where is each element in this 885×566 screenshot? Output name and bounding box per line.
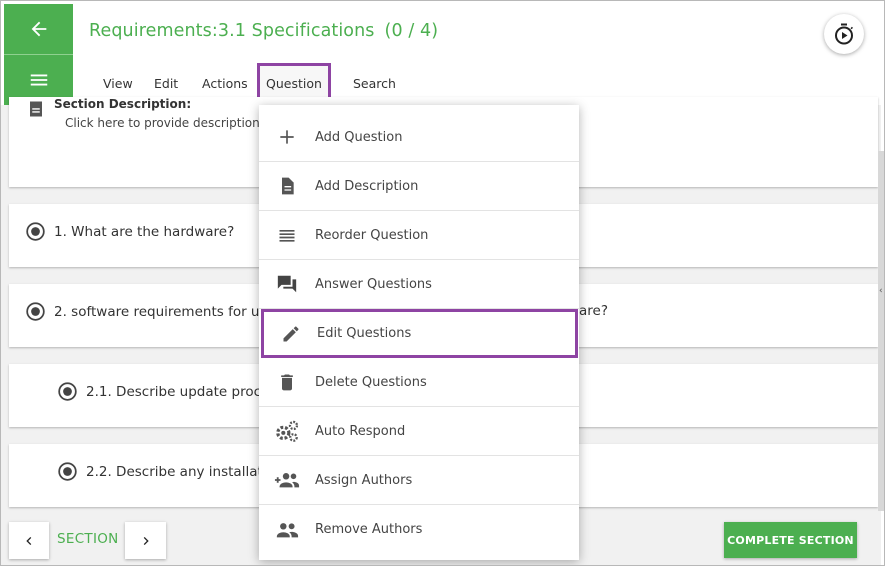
hamburger-icon xyxy=(30,74,47,86)
radio-selected-icon[interactable] xyxy=(57,381,78,402)
back-button[interactable] xyxy=(4,4,73,54)
menu-item-label: Edit Questions xyxy=(317,326,412,341)
page-title: Requirements:3.1 Specifications (0 / 4) xyxy=(89,21,438,41)
trash-icon xyxy=(259,372,315,392)
section-description-title: Section Description: xyxy=(54,97,192,111)
question-label-tail: are? xyxy=(579,303,608,319)
menu-remove-authors[interactable]: Remove Authors xyxy=(259,505,579,554)
gears-icon xyxy=(259,419,315,443)
menu-reorder-question[interactable]: Reorder Question xyxy=(259,211,579,260)
add-people-icon xyxy=(259,470,315,490)
document-icon xyxy=(259,176,315,196)
menu-item-label: Add Description xyxy=(315,178,419,194)
next-section-button[interactable] xyxy=(125,522,166,559)
question-label: 2.1. Describe update proc xyxy=(86,383,262,400)
previous-section-button[interactable] xyxy=(9,522,49,559)
menu-edit-questions[interactable]: Edit Questions xyxy=(261,309,578,358)
scrollbar[interactable] xyxy=(878,151,884,511)
page-title-text: Requirements:3.1 Specifications xyxy=(89,21,375,41)
description-icon xyxy=(27,99,45,123)
chevron-right-icon xyxy=(143,536,149,545)
menu-item-label: Answer Questions xyxy=(315,276,432,292)
question-count: (0 / 4) xyxy=(384,21,439,41)
menu-item-label: Remove Authors xyxy=(315,522,423,537)
reorder-icon xyxy=(259,225,315,245)
plus-icon xyxy=(259,127,315,147)
people-icon xyxy=(259,520,315,540)
menu-add-description[interactable]: Add Description xyxy=(259,162,579,211)
menu-item-label: Reorder Question xyxy=(315,227,429,243)
section-description-hint[interactable]: Click here to provide description xyxy=(65,116,260,130)
question-label: 2. software requirements for u xyxy=(54,303,260,320)
menu-answer-questions[interactable]: Answer Questions xyxy=(259,260,579,309)
radio-selected-icon[interactable] xyxy=(57,461,78,482)
question-label: 1. What are the hardware? xyxy=(54,223,235,240)
menu-auto-respond[interactable]: Auto Respond xyxy=(259,407,579,456)
scrollbar-handle-icon[interactable]: ‹ xyxy=(879,286,883,296)
arrow-left-icon xyxy=(31,21,46,37)
menu-assign-authors[interactable]: Assign Authors xyxy=(259,456,579,505)
question-label: 2.2. Describe any installat xyxy=(86,463,263,480)
radio-selected-icon[interactable] xyxy=(25,221,46,242)
chat-icon xyxy=(259,273,315,295)
pencil-icon xyxy=(264,324,317,344)
complete-section-button[interactable]: COMPLETE SECTION xyxy=(724,522,857,558)
menu-delete-questions[interactable]: Delete Questions xyxy=(259,358,579,407)
app-window: Requirements:3.1 Specifications (0 / 4) V… xyxy=(0,0,885,566)
chevron-left-icon xyxy=(26,536,32,545)
section-label: SECTION xyxy=(57,531,119,547)
radio-selected-icon[interactable] xyxy=(25,301,46,322)
menu-item-label: Auto Respond xyxy=(315,423,406,439)
menu-item-label: Delete Questions xyxy=(315,374,427,390)
menu-item-label: Assign Authors xyxy=(315,472,413,488)
stopwatch-play-icon xyxy=(835,23,853,45)
question-dropdown-menu: Add Question Add Description Reorder Que… xyxy=(259,105,579,560)
menu-add-question[interactable]: Add Question xyxy=(259,113,579,162)
timer-button[interactable] xyxy=(824,14,864,54)
menu-item-label: Add Question xyxy=(315,129,403,145)
